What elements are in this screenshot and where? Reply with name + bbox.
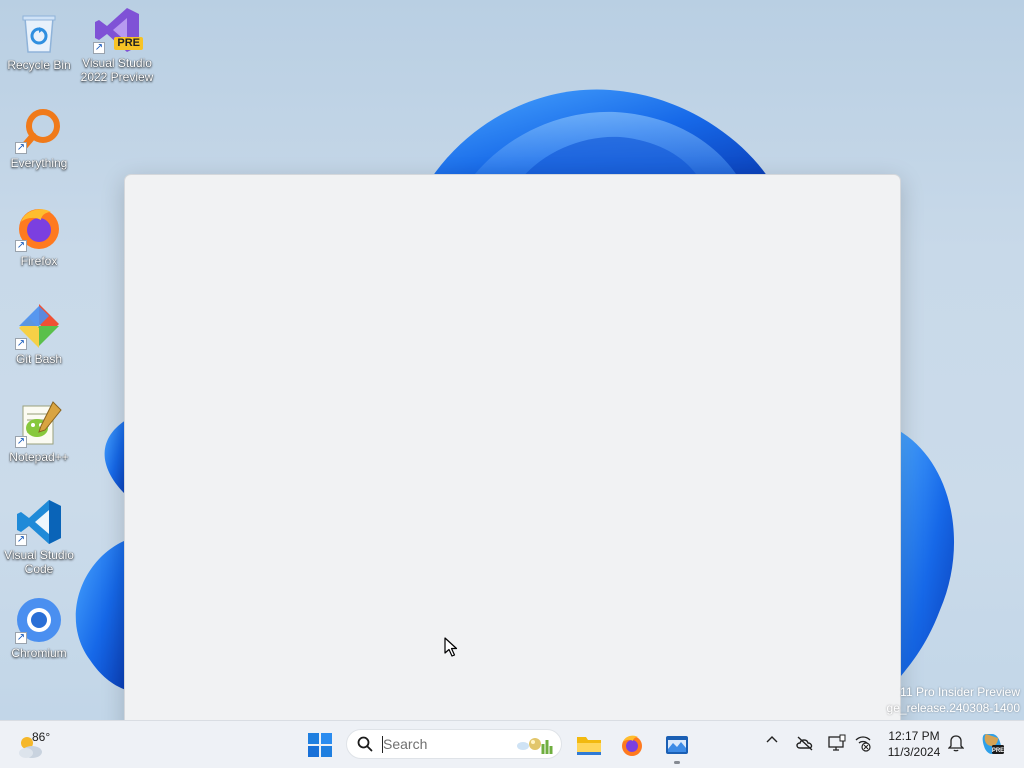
weather-widget[interactable]: 86° [14, 727, 58, 763]
desktop-icon-label: Git Bash [15, 352, 63, 366]
desktop-icon-firefox[interactable]: ↗ Firefox [1, 204, 77, 268]
mouse-pointer-icon [444, 637, 458, 657]
desktop-icon-label: Visual Studio 2022 Preview [80, 56, 154, 84]
display-icon [828, 734, 846, 751]
build-watermark: 11 Pro Insider Preview ge_release.240308… [887, 684, 1020, 716]
taskbar-file-explorer[interactable] [568, 725, 608, 765]
taskbar-search-box[interactable] [346, 729, 562, 759]
file-explorer-icon [577, 737, 601, 755]
desktop-icon-label: Everything [10, 156, 68, 170]
notification-bell-icon [947, 735, 965, 752]
desktop-icon-recycle-bin[interactable]: Recycle Bin [1, 8, 77, 72]
copilot-button[interactable]: PRE [980, 732, 1004, 761]
taskbar-firefox[interactable] [612, 725, 652, 765]
desktop-icon-label: Notepad++ [9, 450, 69, 464]
onedrive-tray-button[interactable] [795, 735, 815, 756]
shortcut-arrow-icon: ↗ [15, 240, 27, 252]
shortcut-arrow-icon: ↗ [93, 42, 105, 54]
search-highlight-image [513, 732, 555, 761]
shortcut-arrow-icon: ↗ [15, 534, 27, 546]
network-status-icon [855, 736, 871, 752]
desktop-icon-notepad-plus-plus[interactable]: ↗ Notepad++ [1, 400, 77, 464]
desktop-icon-chromium[interactable]: ↗ Chromium [1, 596, 77, 660]
recycle-bin-icon [22, 15, 56, 53]
blank-app-window[interactable] [124, 174, 901, 720]
windows-start-icon [308, 733, 332, 757]
search-icon [357, 736, 373, 757]
search-input[interactable] [383, 734, 503, 754]
desktop-icon-label: Firefox [20, 254, 58, 268]
desktop-icon-vscode[interactable]: ↗ Visual Studio Code [1, 498, 77, 576]
clock-date: 11/3/2024 [887, 745, 941, 759]
desktop-icon-label: Chromium [11, 646, 67, 660]
svg-text:PRE: PRE [992, 748, 1004, 754]
app-window-icon [666, 736, 688, 754]
taskbar-active-app[interactable] [657, 725, 697, 765]
display-tray-button[interactable] [828, 734, 846, 757]
network-tray-button[interactable] [854, 734, 872, 757]
start-button[interactable] [300, 725, 340, 765]
shortcut-arrow-icon: ↗ [15, 338, 27, 350]
chevron-up-icon [766, 736, 778, 743]
show-hidden-icons-button[interactable] [765, 733, 779, 752]
firefox-icon [622, 735, 642, 756]
running-indicator [674, 761, 680, 764]
shortcut-arrow-icon: ↗ [15, 142, 27, 154]
clock-time: 12:17 PM [888, 729, 940, 743]
watermark-edition: 11 Pro Insider Preview [900, 685, 1020, 699]
desktop-icon-visual-studio-preview[interactable]: PRE ↗ Visual Studio 2022 Preview [79, 6, 155, 84]
desktop-icon-label: Visual Studio Code [4, 548, 74, 576]
shortcut-arrow-icon: ↗ [15, 436, 27, 448]
copilot-preview-icon: PRE [982, 734, 1004, 754]
weather-temperature: 86° [32, 730, 51, 744]
desktop-icon-everything[interactable]: ↗ Everything [1, 106, 77, 170]
onedrive-offline-icon [796, 736, 813, 751]
notification-center-button[interactable] [947, 734, 965, 757]
desktop[interactable]: Recycle Bin PRE ↗ Visual Studio 2022 Pre… [0, 0, 1024, 720]
desktop-icon-label: Recycle Bin [7, 58, 71, 72]
desktop-icon-git-bash[interactable]: ↗ Git Bash [1, 302, 77, 366]
preview-badge: PRE [114, 37, 143, 50]
shortcut-arrow-icon: ↗ [15, 632, 27, 644]
watermark-build: ge_release.240308-1400 [886, 701, 1020, 715]
taskbar-clock[interactable]: 12:17 PM 11/3/2024 [882, 728, 946, 760]
